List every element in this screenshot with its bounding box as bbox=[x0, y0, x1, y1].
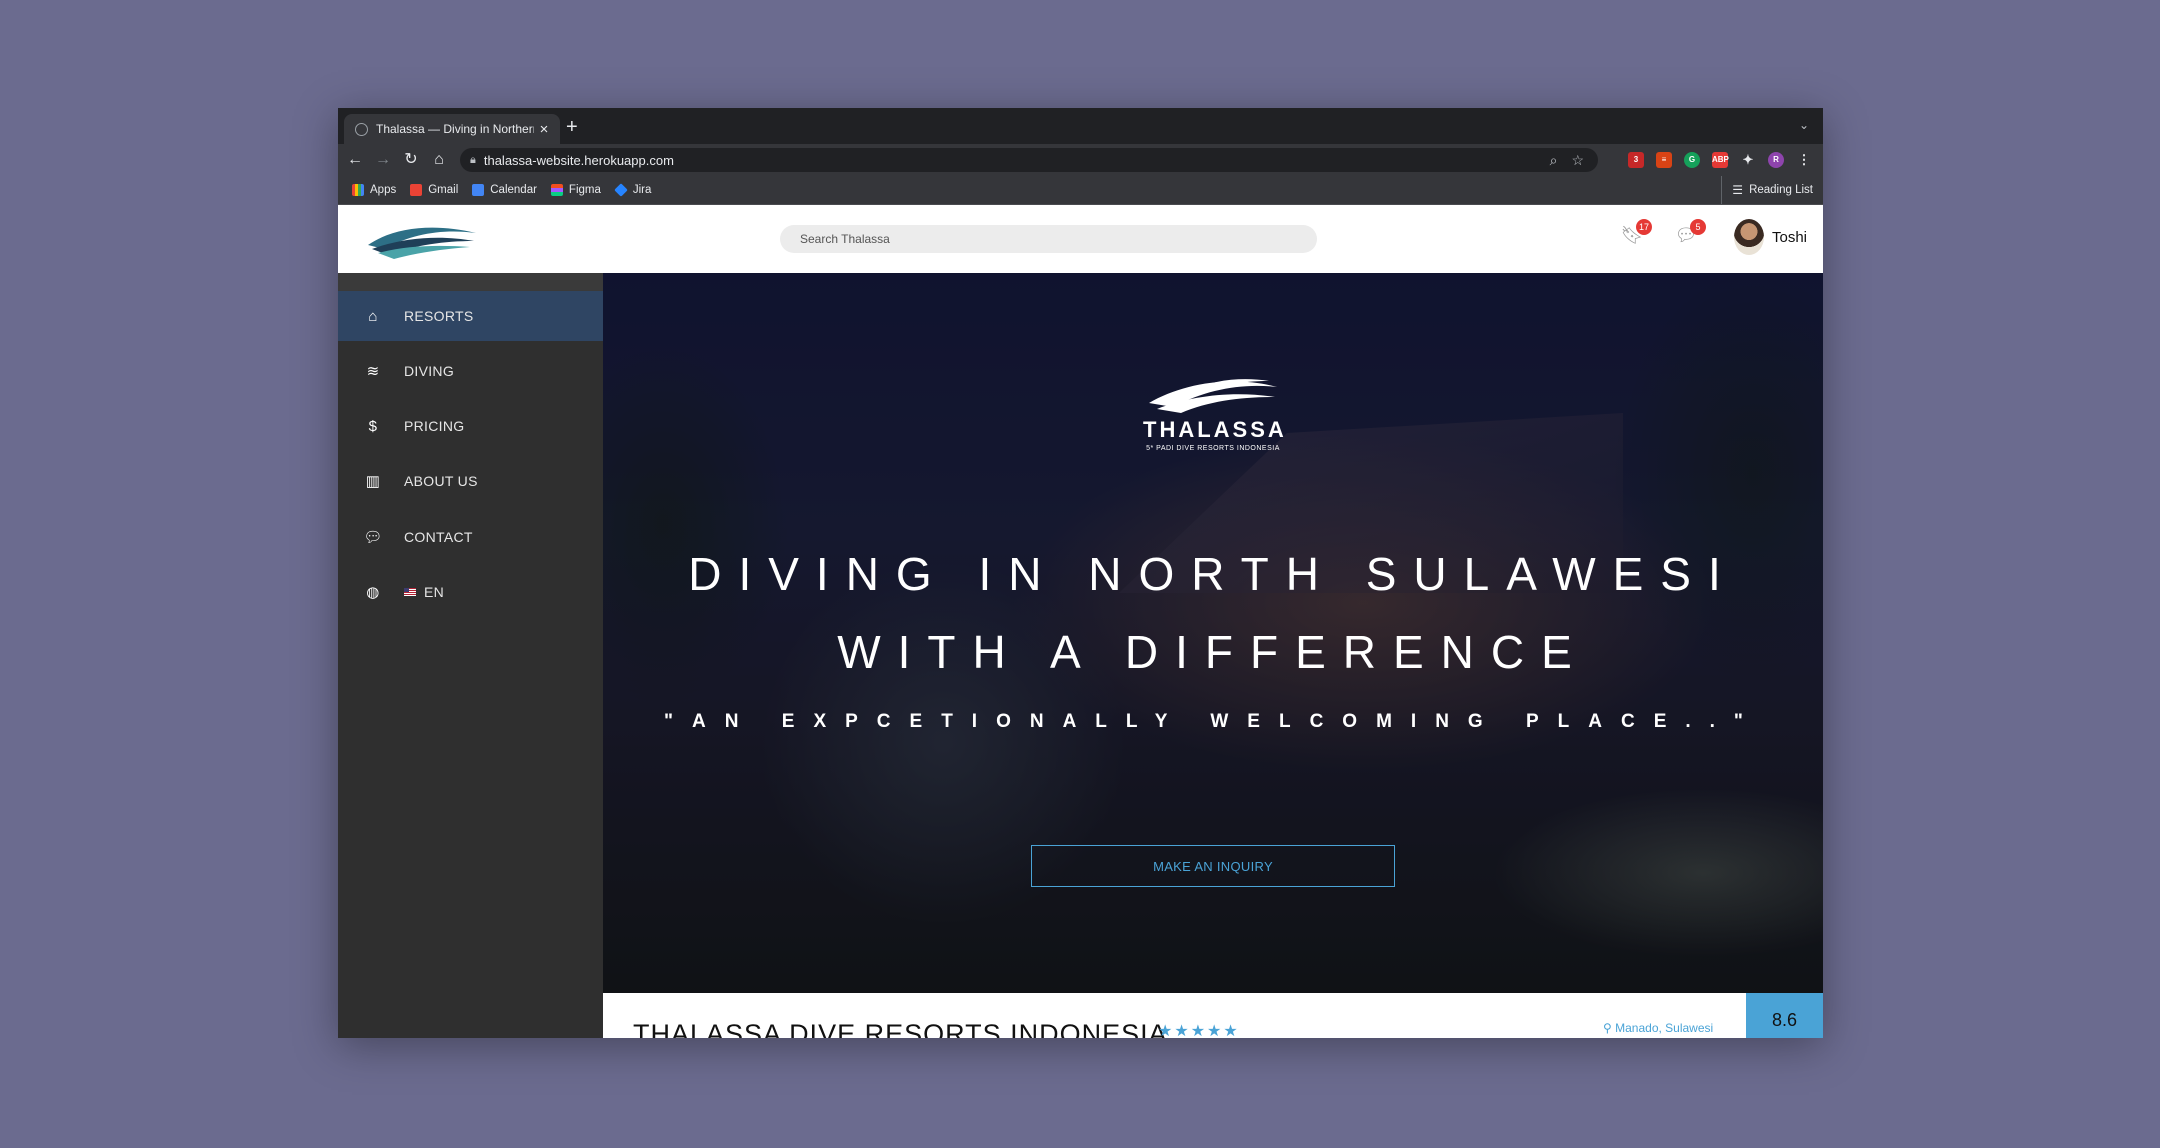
sidebar-item-label: RESORTS bbox=[404, 308, 474, 324]
lock-icon: 🔒︎ bbox=[470, 153, 476, 166]
user-avatar[interactable] bbox=[1734, 219, 1764, 255]
sidebar-item-language[interactable]: ◍ EN bbox=[338, 567, 603, 617]
hero-brand-subtitle: 5* PADI DIVE RESORTS INDONESIA bbox=[1146, 445, 1280, 452]
url-text: thalassa-website.herokuapp.com bbox=[483, 152, 674, 168]
sidebar: ⌂ RESORTS ≋ DIVING $ PRICING ▥ ABOUT US … bbox=[338, 273, 603, 1038]
messages-icon[interactable]: 💬︎ 5 bbox=[1674, 219, 1706, 249]
location-pin-icon: ⚲ bbox=[1603, 1021, 1616, 1035]
bookmark-label: Calendar bbox=[490, 184, 537, 196]
sidebar-item-label: PRICING bbox=[404, 418, 465, 434]
message-count-badge: 5 bbox=[1690, 219, 1706, 235]
browser-window: Thalassa — Diving in Northern × + ⌄ ← → … bbox=[338, 108, 1823, 1038]
bookmark-figma[interactable]: Figma bbox=[550, 184, 601, 196]
sidebar-top-strip bbox=[338, 273, 603, 291]
sidebar-item-label: DIVING bbox=[404, 363, 455, 379]
jira-icon bbox=[614, 183, 628, 197]
bookmark-jira[interactable]: Jira bbox=[614, 183, 652, 197]
sidebar-item-label: CONTACT bbox=[404, 529, 473, 545]
map-icon: ▥ bbox=[365, 473, 381, 490]
resort-summary-bar: THALASSA DIVE RESORTS INDONESIA ★★★★★ ⚲ … bbox=[603, 993, 1823, 1038]
resort-star-rating: ★★★★★ bbox=[1158, 1023, 1240, 1038]
extension-gmail-icon[interactable]: 3 bbox=[1628, 152, 1644, 168]
forward-icon[interactable]: → bbox=[372, 149, 394, 171]
hero-quote: "AN EXPCETIONALLY WELCOMING PLACE.." bbox=[664, 711, 1762, 732]
bookmark-count-badge: 17 bbox=[1636, 219, 1652, 235]
globe-icon: ◍ bbox=[366, 584, 380, 601]
resort-name: THALASSA DIVE RESORTS INDONESIA bbox=[633, 1019, 1168, 1038]
waves-icon: ≋ bbox=[366, 363, 380, 380]
web-page: 🔖︎ 17 💬︎ 5 Toshi ⌂ RESORTS ≋ DIVING $ PR… bbox=[338, 205, 1823, 1038]
extension-adblock-icon[interactable]: ABP bbox=[1712, 152, 1729, 168]
reading-list-label: Reading List bbox=[1749, 184, 1813, 196]
resort-location-text: Manado, Sulawesi bbox=[1615, 1021, 1714, 1035]
gmail-icon bbox=[410, 184, 423, 196]
hero-logo: THALASSA 5* PADI DIVE RESORTS INDONESIA bbox=[1143, 373, 1287, 452]
tab-strip: Thalassa — Diving in Northern × + ⌄ bbox=[338, 108, 1823, 144]
sidebar-item-contact[interactable]: 💬︎ CONTACT bbox=[338, 512, 603, 562]
tab-search-chevron-icon[interactable]: ⌄ bbox=[1799, 118, 1809, 132]
browser-menu-icon[interactable]: ⋮ bbox=[1796, 152, 1812, 168]
sidebar-item-label: ABOUT US bbox=[404, 473, 478, 489]
star-bookmark-icon[interactable]: ☆ bbox=[1571, 152, 1584, 169]
chat-icon: 💬︎ bbox=[363, 529, 383, 546]
sidebar-item-pricing[interactable]: $ PRICING bbox=[338, 401, 603, 451]
reading-list-button[interactable]: ☰ Reading List bbox=[1721, 176, 1813, 204]
bookmark-label: Jira bbox=[632, 184, 652, 196]
bookmarks-icon[interactable]: 🔖︎ 17 bbox=[1620, 219, 1652, 249]
bookmark-label: Apps bbox=[370, 184, 397, 196]
dollar-icon: $ bbox=[368, 417, 378, 435]
user-name[interactable]: Toshi bbox=[1772, 229, 1807, 246]
back-icon[interactable]: ← bbox=[344, 149, 366, 171]
sidebar-item-diving[interactable]: ≋ DIVING bbox=[338, 346, 603, 396]
us-flag-icon bbox=[404, 588, 416, 596]
search-bar[interactable] bbox=[780, 225, 1317, 253]
site-logo-icon[interactable] bbox=[364, 219, 480, 259]
bookmarks-bar: Apps Gmail Calendar Figma Jira ☰ Reading… bbox=[338, 176, 1823, 205]
make-inquiry-button[interactable]: MAKE AN INQUIRY bbox=[1031, 845, 1395, 887]
sidebar-item-about-us[interactable]: ▥ ABOUT US bbox=[338, 456, 603, 506]
bookmark-gmail[interactable]: Gmail bbox=[410, 184, 458, 196]
zoom-icon[interactable]: ⌕ bbox=[1550, 152, 1558, 169]
reload-icon[interactable]: ↻ bbox=[400, 149, 422, 171]
home-browser-icon[interactable]: ⌂ bbox=[428, 149, 450, 171]
browser-toolbar: ← → ↻ ⌂ 🔒︎ thalassa-website.herokuapp.co… bbox=[338, 144, 1823, 176]
site-header: 🔖︎ 17 💬︎ 5 Toshi bbox=[338, 205, 1823, 273]
hero-headline-line-1: DIVING IN NORTH SULAWESI bbox=[688, 548, 1738, 600]
sidebar-item-resorts[interactable]: ⌂ RESORTS bbox=[338, 291, 603, 341]
figma-icon bbox=[550, 184, 563, 196]
new-tab-button[interactable]: + bbox=[566, 116, 578, 139]
hero-section: THALASSA 5* PADI DIVE RESORTS INDONESIA … bbox=[603, 273, 1823, 993]
tab-title: Thalassa — Diving in Northern bbox=[376, 122, 534, 136]
address-bar[interactable]: 🔒︎ thalassa-website.herokuapp.com ⌕ ☆ bbox=[460, 148, 1598, 172]
sidebar-item-label: EN bbox=[424, 584, 445, 600]
bookmark-calendar[interactable]: Calendar bbox=[472, 184, 537, 196]
wave-logo-icon bbox=[1149, 379, 1277, 413]
hero-headline-line-2: WITH A DIFFERENCE bbox=[837, 626, 1589, 678]
search-input[interactable] bbox=[780, 231, 1317, 247]
profile-avatar-icon[interactable]: R bbox=[1768, 152, 1784, 168]
extensions-puzzle-icon[interactable]: ✦ bbox=[1740, 152, 1756, 168]
browser-tab[interactable]: Thalassa — Diving in Northern × bbox=[344, 114, 560, 144]
resort-location[interactable]: ⚲ Manado, Sulawesi bbox=[1603, 1021, 1713, 1035]
resort-score-badge: 8.6 bbox=[1746, 993, 1823, 1038]
home-icon: ⌂ bbox=[368, 307, 378, 325]
hero-brand-name: THALASSA bbox=[1143, 417, 1287, 442]
extension-todoist-icon[interactable]: ≡ bbox=[1656, 152, 1672, 168]
bookmark-label: Gmail bbox=[428, 184, 459, 196]
extension-grammarly-icon[interactable]: G bbox=[1684, 152, 1700, 168]
bookmark-apps[interactable]: Apps bbox=[352, 184, 396, 196]
globe-favicon-icon bbox=[355, 122, 368, 136]
close-tab-icon[interactable]: × bbox=[534, 121, 554, 138]
bookmark-label: Figma bbox=[568, 184, 601, 196]
apps-grid-icon bbox=[352, 184, 364, 196]
reading-list-icon: ☰ bbox=[1732, 183, 1744, 197]
calendar-icon bbox=[472, 184, 485, 196]
